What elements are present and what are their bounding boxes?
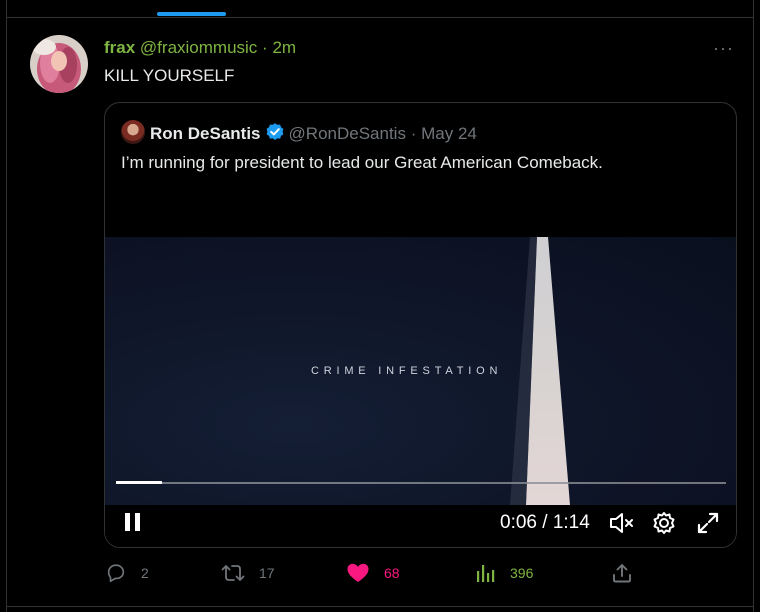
tweet-divider: [6, 606, 754, 607]
verified-badge-icon: [265, 122, 285, 147]
tweet-header: frax @fraxiommusic · 2m: [104, 38, 296, 58]
share-button[interactable]: [611, 562, 633, 584]
progress-track[interactable]: [116, 482, 726, 484]
video-frame: CRIME INFESTATION: [105, 237, 736, 505]
mute-icon[interactable]: [607, 509, 635, 542]
avatar-image: [30, 35, 88, 93]
avatar[interactable]: [30, 35, 88, 93]
retweet-button[interactable]: 17: [221, 562, 275, 584]
fullscreen-icon[interactable]: [694, 509, 722, 542]
like-button[interactable]: 68: [346, 562, 400, 584]
quoted-author-name[interactable]: Ron DeSantis: [150, 124, 261, 143]
quoted-author-handle[interactable]: @RonDeSantis: [289, 124, 406, 143]
heart-icon: [347, 563, 369, 582]
reply-icon: [107, 564, 125, 583]
views-count: 396: [510, 565, 534, 581]
header-divider: [6, 17, 754, 18]
quoted-date[interactable]: May 24: [421, 124, 477, 143]
reply-button[interactable]: 2: [105, 562, 149, 584]
quoted-avatar[interactable]: [121, 120, 145, 144]
quoted-separator-dot: ·: [410, 124, 417, 143]
video-player[interactable]: CRIME INFESTATION 0:06 / 1:14: [105, 193, 736, 547]
author-name[interactable]: frax: [104, 38, 135, 57]
pause-icon[interactable]: [123, 511, 143, 538]
views-button[interactable]: 396: [474, 562, 533, 584]
retweet-count: 17: [259, 565, 275, 581]
tweet-actions: 2 17 68 396: [0, 562, 760, 592]
quoted-header: Ron DeSantis @RonDeSantis · May 24: [150, 122, 477, 147]
video-caption: CRIME INFESTATION: [311, 365, 503, 377]
active-tab-indicator: [157, 12, 226, 16]
more-options-icon[interactable]: ···: [713, 38, 734, 59]
settings-gear-icon[interactable]: [650, 509, 678, 542]
separator-dot: ·: [262, 38, 268, 57]
analytics-icon: [477, 565, 495, 582]
reply-count: 2: [141, 565, 149, 581]
video-controls: [105, 505, 736, 547]
progress-fill: [116, 481, 162, 484]
quoted-text: I’m running for president to lead our Gr…: [121, 153, 603, 172]
tweet-text: KILL YOURSELF: [104, 66, 235, 85]
retweet-icon: [221, 565, 245, 581]
quoted-tweet[interactable]: Ron DeSantis @RonDeSantis · May 24 I’m r…: [104, 102, 737, 548]
tweet-time[interactable]: 2m: [272, 38, 296, 57]
author-handle[interactable]: @fraxiommusic: [140, 38, 257, 57]
like-count: 68: [384, 565, 400, 581]
video-timecode: 0:06 / 1:14: [500, 512, 590, 533]
share-icon: [613, 564, 631, 583]
